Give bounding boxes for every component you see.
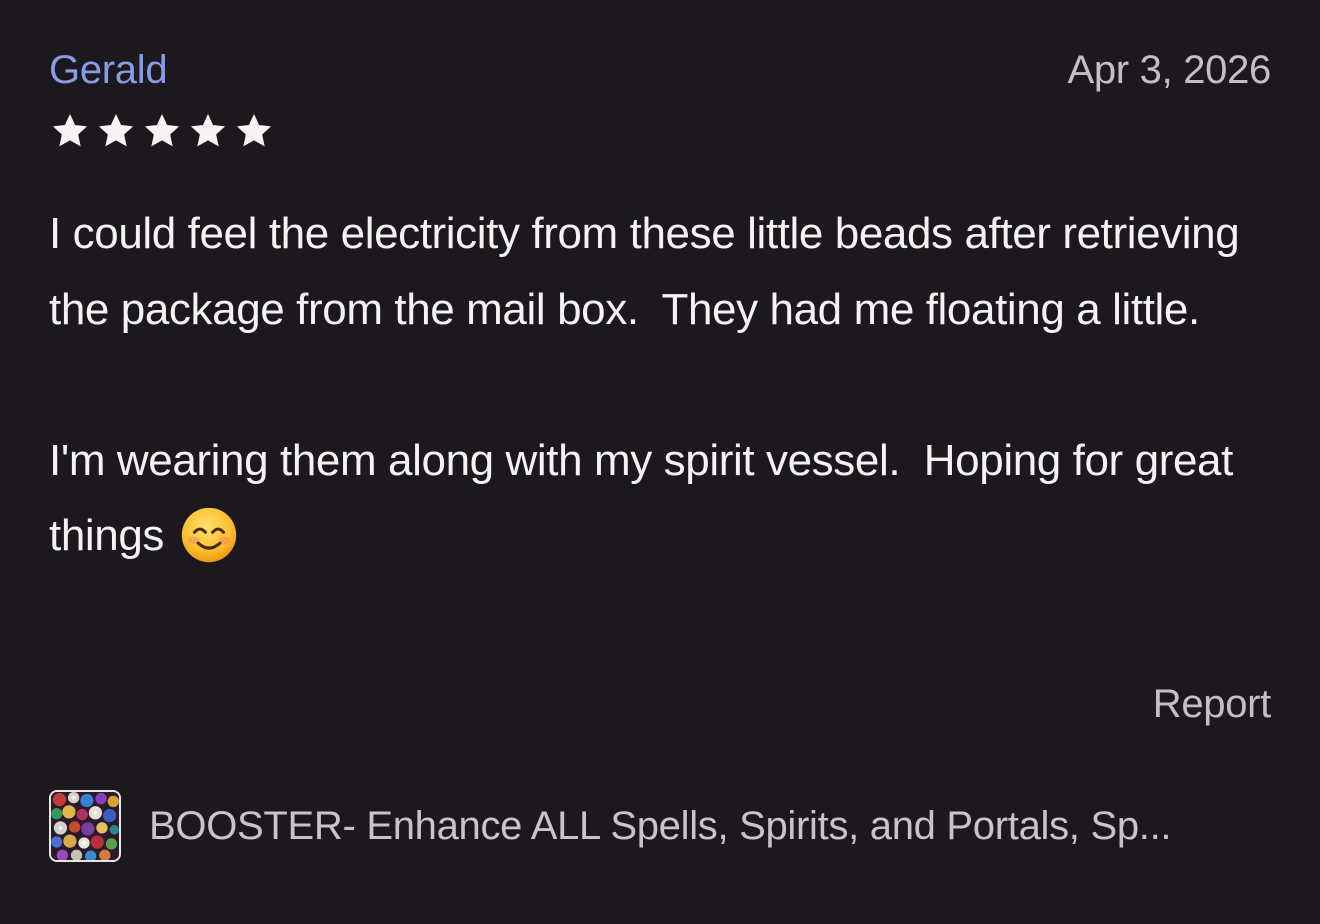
review-text: I could feel the electricity from these … [49,196,1271,574]
product-link[interactable]: BOOSTER- Enhance ALL Spells, Spirits, an… [49,788,1271,864]
review-paragraph: I could feel the electricity from these … [49,209,1252,334]
product-title[interactable]: BOOSTER- Enhance ALL Spells, Spirits, an… [149,804,1172,849]
star-icon [187,111,229,151]
star-icon [49,111,91,151]
star-icon [95,111,137,151]
review-paragraph-with-emoji: I'm wearing them along with my spirit ve… [49,423,1271,574]
star-icon [141,111,183,151]
smiling-face-emoji-icon [180,506,238,564]
report-link[interactable]: Report [1153,682,1272,727]
star-rating [49,111,275,151]
product-thumbnail[interactable] [49,790,121,862]
review-card: Gerald Apr 3, 2026 I could feel the elec… [49,0,1271,924]
reviewer-name[interactable]: Gerald [49,48,168,93]
star-icon [233,111,275,151]
review-date: Apr 3, 2026 [1067,48,1271,92]
